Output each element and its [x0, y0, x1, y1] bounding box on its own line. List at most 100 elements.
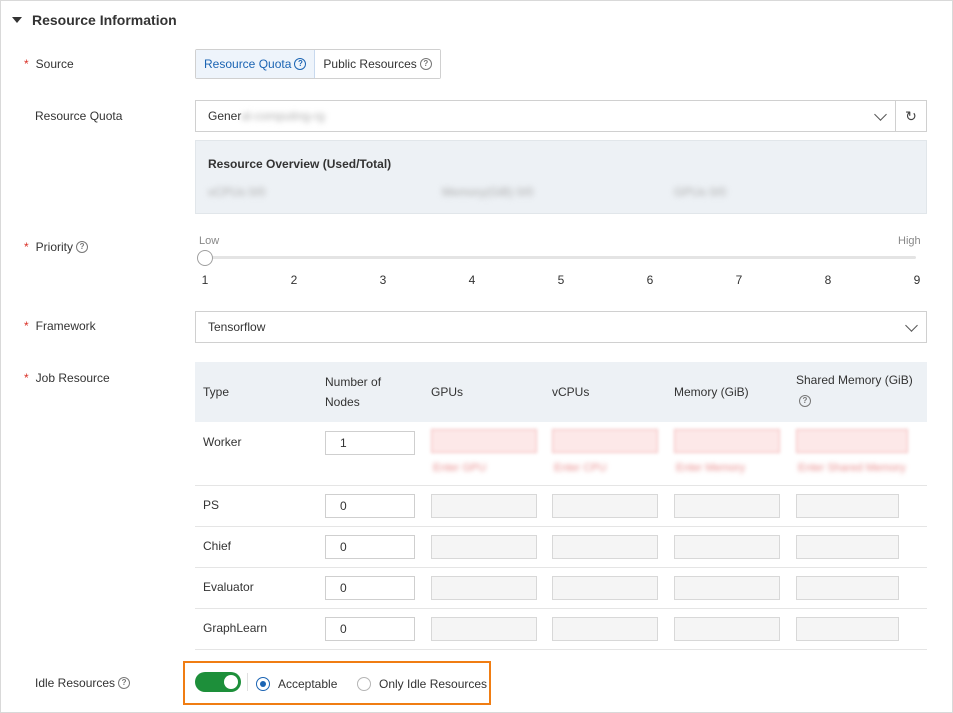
ps-gpus-input	[431, 494, 537, 518]
column-header-memory: Memory (GiB)	[674, 385, 749, 399]
section-title: Resource Information	[32, 12, 177, 28]
chevron-down-icon	[874, 108, 887, 121]
framework-select[interactable]: Tensorflow	[195, 311, 927, 343]
resource-quota-label: Resource Quota	[35, 109, 123, 123]
overview-item: GPUs 0/0	[674, 185, 727, 199]
priority-slider-track[interactable]	[205, 256, 916, 259]
error-message: Enter GPU	[433, 462, 487, 474]
error-message: Enter Shared Memory	[798, 462, 906, 474]
priority-tick[interactable]: 6	[640, 273, 660, 287]
resource-overview-title: Resource Overview (Used/Total)	[208, 157, 392, 171]
row-type-graphlearn: GraphLearn	[203, 621, 268, 635]
resource-quota-value: Gener	[208, 109, 242, 123]
evaluator-nodes-input[interactable]: 0	[325, 576, 415, 600]
resource-quota-select[interactable]: Gener al-computing-rg	[195, 100, 896, 132]
source-option-label: Public Resources	[323, 57, 417, 71]
source-segmented-control: Resource Quota ? Public Resources ?	[195, 49, 441, 79]
refresh-button[interactable]: ↻	[895, 100, 927, 132]
radio-selected-icon	[256, 677, 270, 691]
resource-overview-panel: Resource Overview (Used/Total) vCPUs 0/0…	[195, 140, 927, 214]
error-message: Enter Memory	[676, 462, 746, 474]
radio-label: Acceptable	[278, 677, 338, 691]
row-type-ps: PS	[203, 498, 220, 512]
row-type-worker: Worker	[203, 435, 242, 449]
evaluator-memory-input	[674, 576, 780, 600]
framework-label: * Framework	[24, 319, 96, 333]
priority-tick[interactable]: 1	[195, 273, 215, 287]
graphlearn-vcpus-input	[552, 617, 658, 641]
priority-tick[interactable]: 7	[729, 273, 749, 287]
evaluator-vcpus-input	[552, 576, 658, 600]
radio-acceptable[interactable]: Acceptable	[256, 677, 337, 691]
priority-tick[interactable]: 5	[551, 273, 571, 287]
row-type-evaluator: Evaluator	[203, 580, 254, 594]
column-header-nodes: Number of Nodes	[325, 375, 382, 409]
chief-nodes-input[interactable]: 0	[325, 535, 415, 559]
worker-nodes-input[interactable]: 1	[325, 431, 415, 455]
priority-low-label: Low	[199, 235, 220, 247]
graphlearn-nodes-input[interactable]: 0	[325, 617, 415, 641]
idle-resources-toggle[interactable]	[195, 672, 241, 692]
radio-unselected-icon	[357, 677, 371, 691]
row-divider	[195, 608, 927, 609]
radio-label: Only Idle Resources	[379, 677, 488, 691]
overview-item: vCPUs 0/0	[208, 185, 266, 199]
source-label: * Source	[24, 57, 74, 71]
priority-tick[interactable]: 9	[907, 273, 927, 287]
evaluator-shared-memory-input	[796, 576, 899, 600]
source-option-resource-quota[interactable]: Resource Quota ?	[196, 50, 316, 78]
priority-label: * Priority ?	[24, 240, 89, 254]
divider	[247, 673, 248, 691]
priority-tick[interactable]: 8	[818, 273, 838, 287]
ps-vcpus-input	[552, 494, 658, 518]
chief-vcpus-input	[552, 535, 658, 559]
worker-memory-input[interactable]	[674, 429, 780, 453]
worker-gpus-input[interactable]	[431, 429, 537, 453]
chevron-down-icon	[905, 319, 918, 332]
ps-nodes-input[interactable]: 0	[325, 494, 415, 518]
help-icon[interactable]: ?	[118, 677, 131, 689]
toggle-knob	[224, 675, 238, 689]
evaluator-gpus-input	[431, 576, 537, 600]
worker-shared-memory-input[interactable]	[796, 429, 908, 453]
priority-slider-handle[interactable]	[197, 250, 213, 266]
idle-resources-label: Idle Resources ?	[35, 676, 131, 690]
column-header-vcpus: vCPUs	[552, 385, 590, 399]
help-icon[interactable]: ?	[419, 58, 432, 70]
worker-vcpus-input[interactable]	[552, 429, 658, 453]
row-divider	[195, 526, 927, 527]
priority-tick[interactable]: 3	[373, 273, 393, 287]
priority-high-label: High	[898, 235, 921, 247]
row-divider	[195, 649, 927, 650]
chief-shared-memory-input	[796, 535, 899, 559]
help-icon[interactable]: ?	[294, 58, 307, 70]
radio-only-idle-resources[interactable]: Only Idle Resources	[357, 677, 487, 691]
help-icon[interactable]: ?	[799, 395, 811, 407]
ps-memory-input	[674, 494, 780, 518]
row-type-chief: Chief	[203, 539, 232, 553]
column-header-shared-memory: Shared Memory (GiB)	[796, 373, 913, 387]
job-resource-label: * Job Resource	[24, 371, 110, 385]
chief-memory-input	[674, 535, 780, 559]
column-header-type: Type	[203, 385, 230, 399]
graphlearn-gpus-input	[431, 617, 537, 641]
section-header[interactable]: Resource Information	[12, 12, 177, 28]
help-icon[interactable]: ?	[76, 241, 89, 253]
ps-shared-memory-input	[796, 494, 899, 518]
row-divider	[195, 567, 927, 568]
graphlearn-memory-input	[674, 617, 780, 641]
source-option-label: Resource Quota	[204, 57, 292, 71]
framework-value: Tensorflow	[208, 320, 266, 334]
resource-quota-value-blurred: al-computing-rg	[241, 109, 325, 123]
column-header-gpus: GPUs	[431, 385, 464, 399]
chief-gpus-input	[431, 535, 537, 559]
error-message: Enter CPU	[554, 462, 607, 474]
overview-item: Memory(GiB) 0/0	[442, 185, 534, 199]
caret-down-icon	[12, 17, 22, 23]
source-option-public-resources[interactable]: Public Resources ?	[315, 50, 440, 78]
priority-tick[interactable]: 2	[284, 273, 304, 287]
refresh-icon: ↻	[905, 107, 917, 124]
priority-tick[interactable]: 4	[462, 273, 482, 287]
graphlearn-shared-memory-input	[796, 617, 899, 641]
row-divider	[195, 485, 927, 486]
